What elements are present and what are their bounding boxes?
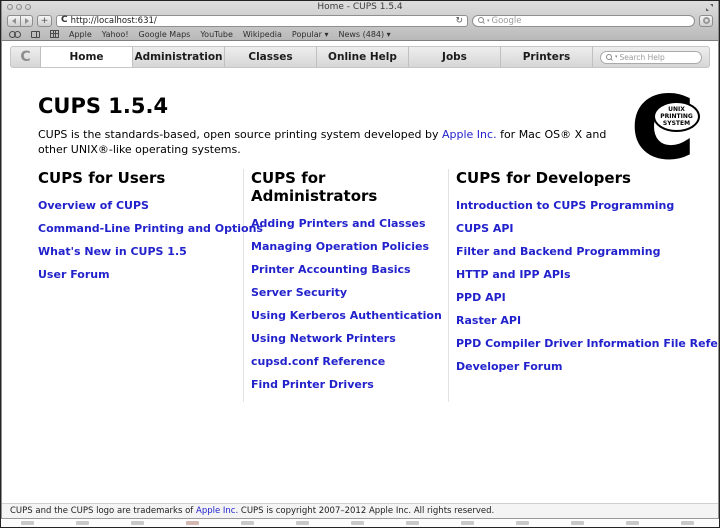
browser-chrome: Home - CUPS 1.5.4 + C http://localhost:6…	[2, 1, 718, 41]
back-button[interactable]	[7, 15, 20, 27]
column-users: CUPS for Users Overview of CUPS Command-…	[38, 169, 244, 402]
minimize-button[interactable]	[16, 4, 22, 10]
bookmark-item[interactable]: YouTube	[200, 30, 233, 39]
search-options-caret-icon[interactable]: ▾	[487, 18, 490, 24]
doc-link[interactable]: Introduction to CUPS Programming	[456, 200, 718, 211]
forward-arrow-icon	[25, 18, 29, 24]
help-magnifier-icon	[606, 54, 613, 61]
window-title: Home - CUPS 1.5.4	[2, 1, 718, 14]
doc-link[interactable]: Using Network Printers	[251, 333, 438, 344]
browser-window: Home - CUPS 1.5.4 + C http://localhost:6…	[1, 1, 719, 519]
reload-icon[interactable]: ↻	[455, 16, 463, 26]
reading-list-icon[interactable]	[9, 31, 21, 37]
link-columns: CUPS for Users Overview of CUPS Command-…	[38, 169, 718, 402]
column-heading: CUPS for Users	[38, 169, 233, 187]
doc-link[interactable]: Server Security	[251, 287, 438, 298]
doc-link[interactable]: HTTP and IPP APIs	[456, 269, 718, 280]
tab-online-help[interactable]: Online Help	[317, 47, 409, 67]
back-arrow-icon	[12, 18, 16, 24]
cups-logo-button[interactable]: C	[11, 47, 41, 67]
close-button[interactable]	[7, 4, 13, 10]
logo-line-system: SYSTEM	[663, 120, 690, 127]
bookmark-item[interactable]: News (484) ▾	[338, 30, 390, 39]
doc-link[interactable]: Adding Printers and Classes	[251, 218, 438, 229]
doc-link[interactable]: Filter and Backend Programming	[456, 246, 718, 257]
donut-icon	[703, 17, 710, 24]
doc-link[interactable]: Find Printer Drivers	[251, 379, 438, 390]
google-search-field[interactable]: ▾ Google	[472, 15, 695, 27]
doc-link[interactable]: PPD API	[456, 292, 718, 303]
intro-before: CUPS is the standards-based, open source…	[38, 128, 442, 141]
toolbar-round-button[interactable]	[699, 15, 713, 27]
tab-home[interactable]: Home	[41, 47, 133, 67]
help-search-caret-icon[interactable]: ▾	[615, 54, 618, 60]
doc-link[interactable]: Command-Line Printing and Options	[38, 223, 233, 234]
google-search-placeholder: Google	[492, 16, 522, 26]
dock-peek	[1, 519, 719, 527]
logo-oval: UNIX PRINTING SYSTEM	[653, 101, 700, 132]
intro-text: CUPS is the standards-based, open source…	[38, 127, 613, 157]
doc-link[interactable]: Managing Operation Policies	[251, 241, 438, 252]
doc-link[interactable]: Developer Forum	[456, 361, 718, 372]
column-heading: CUPS for Administrators	[251, 169, 438, 205]
help-search-field[interactable]: ▾ Search Help	[600, 51, 702, 64]
bookmark-item[interactable]: Wikipedia	[243, 30, 282, 39]
logo-line-printing: PRINTING	[660, 113, 693, 120]
doc-link[interactable]: Raster API	[456, 315, 718, 326]
new-tab-button[interactable]: +	[37, 15, 52, 27]
screenshot-frame: Home - CUPS 1.5.4 + C http://localhost:6…	[0, 0, 720, 528]
tab-jobs[interactable]: Jobs	[409, 47, 501, 67]
unix-printing-system-logo: C UNIX PRINTING SYSTEM	[632, 92, 698, 164]
doc-link[interactable]: Overview of CUPS	[38, 200, 233, 211]
browser-toolbar: + C http://localhost:631/ ↻ ▾ Google	[2, 13, 718, 28]
cups-c-icon: C	[20, 49, 30, 65]
doc-link[interactable]: Using Kerberos Authentication	[251, 310, 438, 321]
help-search-area: ▾ Search Help	[593, 47, 709, 67]
doc-link[interactable]: cupsd.conf Reference	[251, 356, 438, 367]
zoom-button[interactable]	[25, 4, 31, 10]
tab-printers[interactable]: Printers	[501, 47, 593, 67]
tab-classes[interactable]: Classes	[225, 47, 317, 67]
bookmark-item[interactable]: Apple	[69, 30, 92, 39]
doc-link[interactable]: Printer Accounting Basics	[251, 264, 438, 275]
bookmark-item[interactable]: Popular ▾	[292, 30, 329, 39]
title-bar: Home - CUPS 1.5.4	[2, 1, 718, 13]
page-content: CUPS 1.5.4 CUPS is the standards-based, …	[2, 68, 718, 503]
url-text: http://localhost:631/	[71, 16, 453, 26]
doc-link[interactable]: What's New in CUPS 1.5	[38, 246, 233, 257]
bookmark-item[interactable]: Yahoo!	[102, 30, 129, 39]
page-footer: CUPS and the CUPS logo are trademarks of…	[2, 503, 718, 518]
footer-apple-link[interactable]: Apple Inc.	[196, 506, 238, 516]
window-controls	[7, 4, 31, 10]
bookmarks-bar: Apple Yahoo! Google Maps YouTube Wikiped…	[2, 28, 718, 40]
doc-link[interactable]: CUPS API	[456, 223, 718, 234]
site-favicon-icon: C	[61, 16, 68, 25]
column-administrators: CUPS for Administrators Adding Printers …	[244, 169, 449, 402]
logo-line-unix: UNIX	[668, 106, 685, 113]
doc-link[interactable]: User Forum	[38, 269, 233, 280]
column-developers: CUPS for Developers Introduction to CUPS…	[449, 169, 718, 402]
cups-tab-bar: C Home Administration Classes Online Hel…	[10, 46, 710, 68]
fullscreen-icon[interactable]	[706, 4, 713, 11]
forward-button[interactable]	[20, 15, 33, 27]
top-sites-grid-icon[interactable]	[50, 30, 59, 38]
magnifier-icon	[478, 17, 485, 24]
footer-after: CUPS is copyright 2007–2012 Apple Inc. A…	[238, 506, 494, 516]
history-nav	[7, 15, 33, 27]
help-search-placeholder: Search Help	[620, 53, 665, 62]
bookmarks-book-icon[interactable]	[31, 31, 40, 38]
bookmark-item[interactable]: Google Maps	[139, 30, 191, 39]
apple-inc-link[interactable]: Apple Inc.	[442, 128, 497, 141]
url-field[interactable]: C http://localhost:631/ ↻	[56, 15, 468, 27]
footer-before: CUPS and the CUPS logo are trademarks of	[10, 506, 196, 516]
tab-administration[interactable]: Administration	[133, 47, 225, 67]
doc-link[interactable]: PPD Compiler Driver Information File Ref…	[456, 338, 718, 349]
page-title: CUPS 1.5.4	[38, 94, 718, 118]
